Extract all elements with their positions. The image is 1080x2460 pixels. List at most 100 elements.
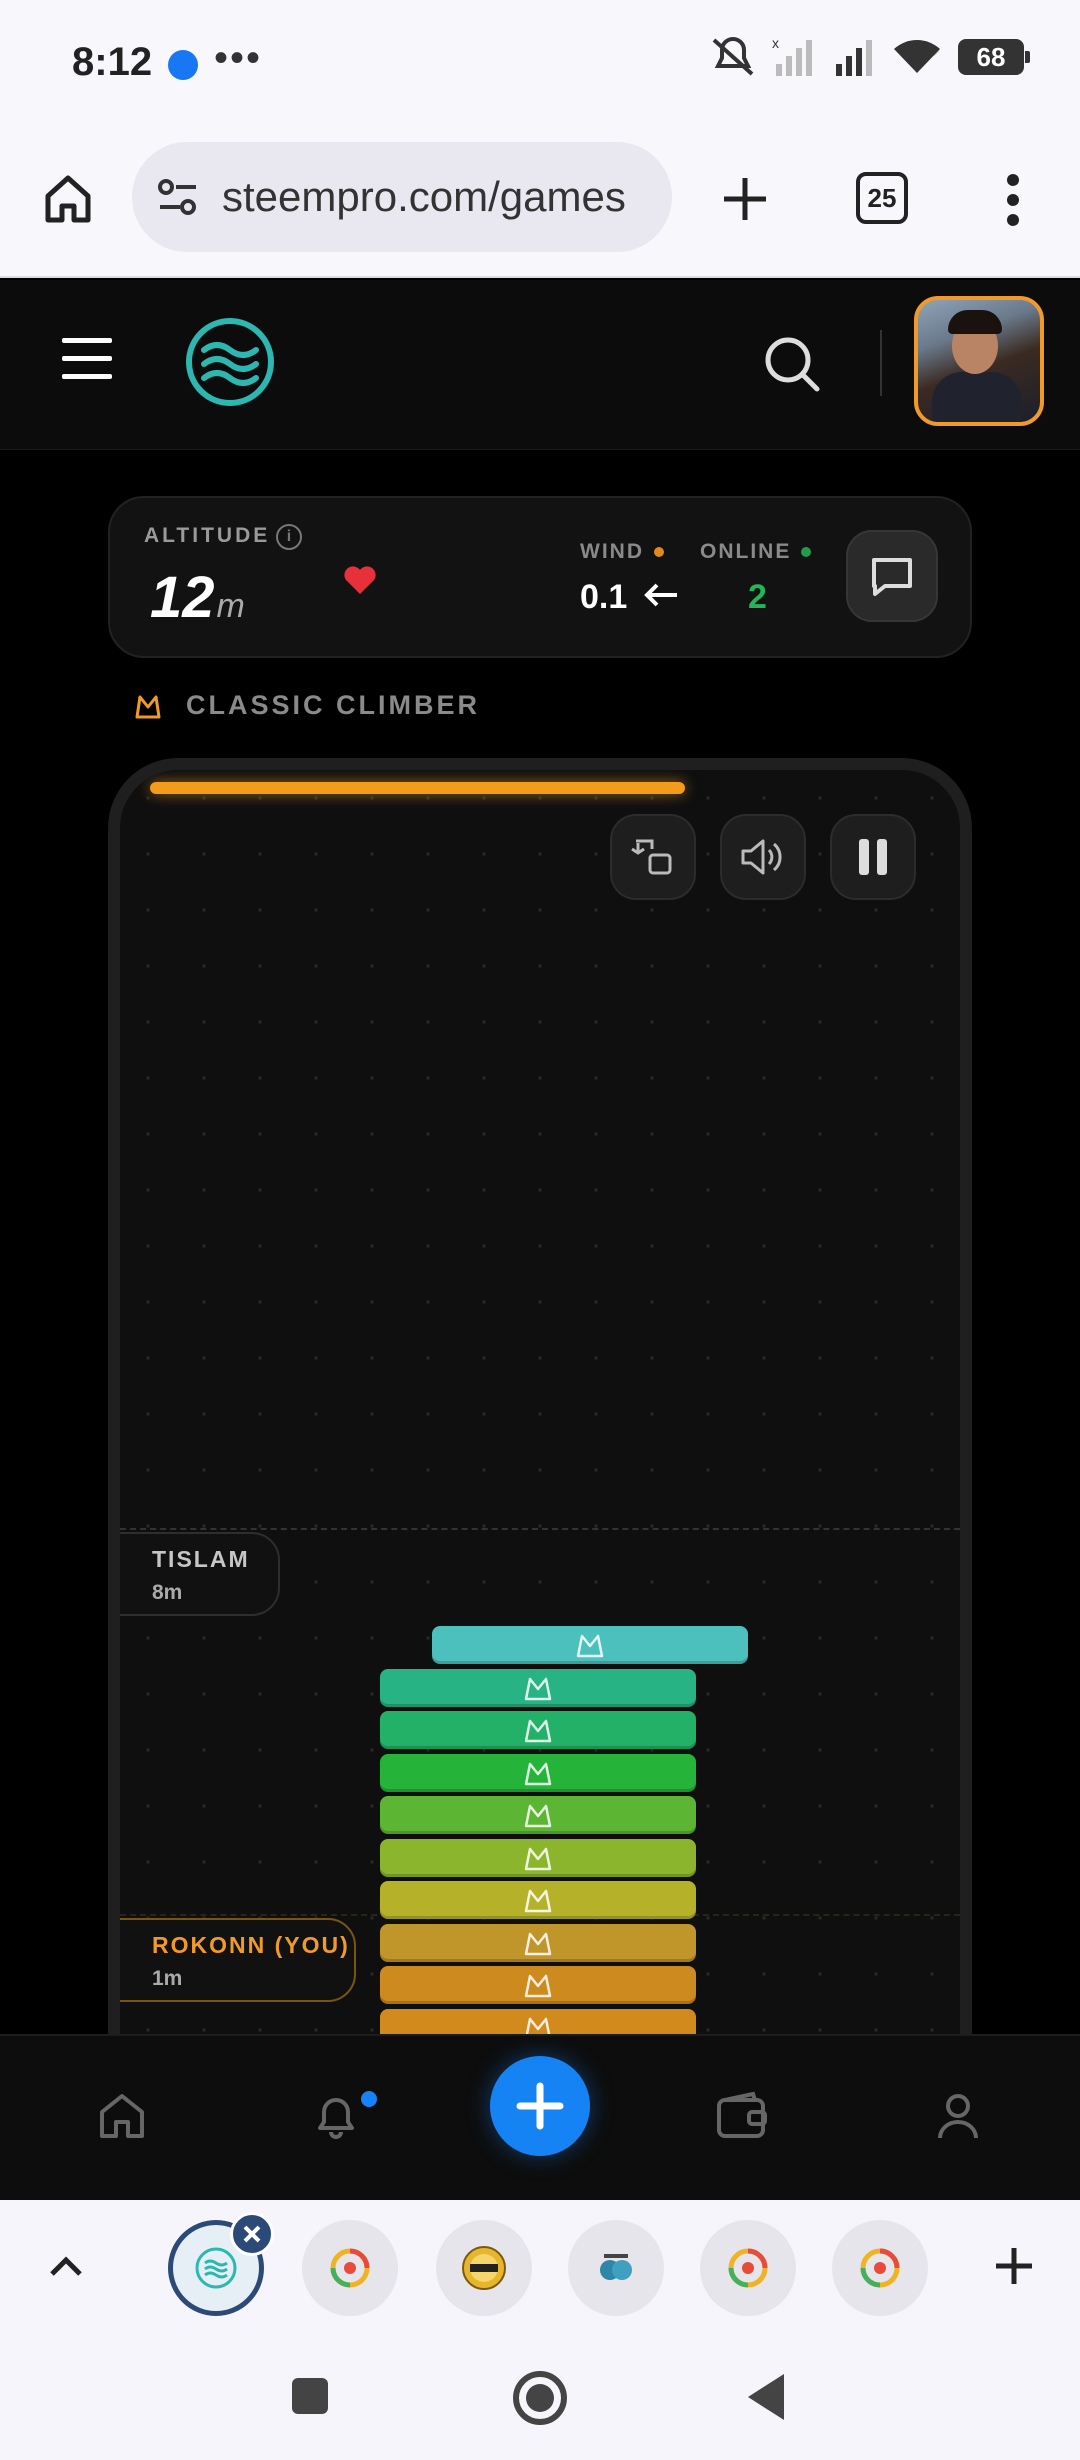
hamburger-menu-icon[interactable] [60,334,116,384]
info-icon[interactable]: i [276,524,302,550]
steem-logo-icon [462,2246,506,2290]
nav-home[interactable] [92,2086,152,2146]
wind-status-dot [654,547,664,558]
mountain-icon [576,1634,604,1658]
coin-logo-icon [860,2248,900,2288]
mountain-icon [524,1804,552,1828]
plus-icon [516,2082,564,2130]
player-name: TISLAM [152,1546,250,1572]
browser-toolbar: steempro.com/games 25 [0,130,1080,278]
back-icon[interactable] [744,2372,788,2422]
game-canvas[interactable]: TISLAM 8m ROKONN (YOU) 1m [108,758,972,2038]
tab-count: 25 [867,182,897,213]
tab-coin[interactable] [832,2220,928,2316]
game-mode-row: CLASSIC CLIMBER [134,690,480,721]
close-icon [243,2225,261,2243]
user-icon [938,2094,978,2139]
status-time: 8:12 [72,40,153,84]
signal-icon [836,40,872,76]
nav-notifications[interactable] [306,2086,366,2146]
player-altitude: 8m [152,1581,183,1604]
wallet-icon [717,2091,767,2138]
svg-text:x: x [772,36,779,51]
wind-label: WIND [580,540,664,564]
tab-brain[interactable] [568,2220,664,2316]
tab-steem[interactable] [436,2220,532,2316]
wifi-icon [894,40,940,73]
tower-block [380,1796,696,1834]
tower-block [380,1838,696,1877]
altitude-unit: m [216,587,245,625]
current-player-tag: ROKONN (YOU) 1m [120,1918,356,2002]
player-name: ROKONN (YOU) [152,1932,350,1958]
tower-block [380,1881,696,1919]
home-icon[interactable] [40,170,96,226]
nav-wallet[interactable] [712,2086,772,2146]
tab-switcher-button[interactable]: 25 [856,172,908,224]
chat-icon [872,558,912,596]
mountain-icon [524,1677,552,1700]
online-label-text: ONLINE [700,540,792,563]
swap-icon [631,839,672,875]
coin-logo-icon [330,2248,370,2288]
new-tab-icon[interactable] [718,172,772,226]
stats-card: ALTITUDE i 12m WIND ONLINE 0.1 2 [108,496,972,658]
altitude-value: 12m [150,564,245,631]
online-value: 2 [748,578,767,616]
search-icon[interactable] [762,334,822,394]
tab-coin[interactable] [700,2220,796,2316]
status-bar: 8:12 ••• x 68 [0,0,1080,130]
altitude-label: ALTITUDE [144,524,271,547]
mountain-icon [524,1762,552,1785]
more-menu-icon[interactable] [998,170,1028,230]
battery-level: 68 [976,41,1006,72]
steempro-logo-icon[interactable] [184,316,276,408]
tower-block [380,1668,696,1707]
sound-button[interactable] [720,814,806,900]
user-avatar[interactable] [914,296,1044,426]
tower-block [380,1711,696,1749]
tower-block [380,1966,696,2004]
add-tab-icon[interactable] [992,2244,1036,2288]
online-status-dot [801,547,812,558]
mute-icon [712,37,754,76]
brain-logo-icon [600,2254,632,2280]
mountain-icon [524,1889,552,1913]
home-icon [100,2094,144,2138]
status-icons: x 68 [710,36,1030,78]
tower-block [380,1923,696,1962]
wind-label-text: WIND [580,540,644,563]
swap-view-button[interactable] [610,814,696,900]
bottom-navigation [0,2034,1080,2200]
pause-button[interactable] [830,814,916,900]
mountain-icon [524,1847,552,1870]
battery-indicator: 68 [958,39,1030,75]
app-header [0,280,1080,450]
create-post-button[interactable] [490,2056,590,2156]
chat-button[interactable] [846,530,938,622]
player-tag: TISLAM 8m [120,1532,280,1616]
header-divider [880,330,882,396]
wind-value: 0.1 [580,578,679,617]
address-bar[interactable]: steempro.com/games [132,142,672,252]
player-marker-line [120,1528,960,1530]
recents-icon[interactable] [290,2376,330,2416]
mountain-icon [524,1932,552,1955]
home-button-icon[interactable] [512,2370,568,2426]
no-signal-icon: x [772,36,812,76]
close-tab-button[interactable] [230,2212,274,2256]
chevron-up-icon[interactable] [48,2252,84,2280]
coin-logo-icon [728,2248,768,2288]
mountain-icon [524,1719,552,1743]
pause-icon [859,839,887,875]
more-notifications-icon: ••• [214,36,263,80]
player-altitude: 1m [152,1967,183,1990]
site-settings-icon[interactable] [156,177,200,217]
nav-profile[interactable] [928,2086,988,2146]
tower-block [432,1626,748,1664]
volume-icon [741,839,782,875]
messenger-icon [168,50,198,80]
mountain-icon [135,695,161,718]
url-text: steempro.com/games [222,173,626,220]
tab-coin[interactable] [302,2220,398,2316]
